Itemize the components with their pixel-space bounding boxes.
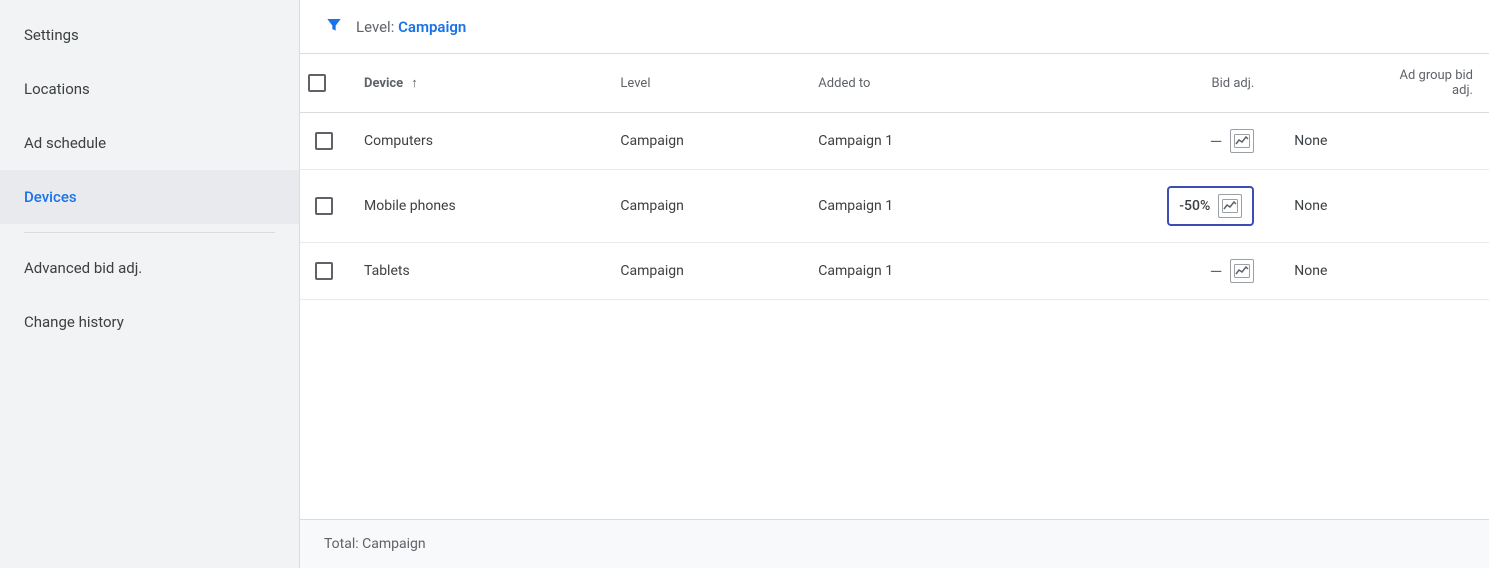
table-row: ComputersCampaignCampaign 1 — None — [300, 113, 1489, 170]
cell-level-1: Campaign — [604, 170, 802, 243]
cell-level-2: Campaign — [604, 243, 802, 300]
cell-bid-adj-0[interactable]: — — [1024, 113, 1271, 170]
main-content: Level: Campaign Device ↑ Level — [300, 0, 1489, 568]
filter-text: Level: Campaign — [356, 18, 466, 36]
th-device-label: Device — [364, 76, 403, 91]
bid-value-1: -50% — [1179, 198, 1210, 214]
row-checkbox-1[interactable] — [315, 197, 333, 215]
cell-ad-group-bid-2: None — [1270, 243, 1489, 300]
bid-dash-2: — — [1210, 262, 1223, 281]
row-checkbox-cell — [300, 113, 348, 170]
cell-ad-group-bid-1: None — [1270, 170, 1489, 243]
cell-added-to-2: Campaign 1 — [802, 243, 1023, 300]
sidebar-item-locations[interactable]: Locations — [0, 62, 299, 116]
select-all-checkbox[interactable] — [308, 74, 326, 92]
row-checkbox-cell — [300, 243, 348, 300]
table-wrapper: Device ↑ Level Added to Bid adj. Ad grou… — [300, 54, 1489, 519]
th-ad-group-bid-adj: Ad group bidadj. — [1270, 54, 1489, 113]
th-bid-adj: Bid adj. — [1024, 54, 1271, 113]
bid-dash-0: — — [1210, 132, 1223, 151]
table-footer: Total: Campaign — [300, 519, 1489, 568]
cell-added-to-0: Campaign 1 — [802, 113, 1023, 170]
highlighted-bid-cell-1[interactable]: -50% — [1167, 186, 1254, 226]
filter-label: Level: — [356, 18, 398, 36]
cell-bid-adj-2[interactable]: — — [1024, 243, 1271, 300]
sidebar-item-settings[interactable]: Settings — [0, 8, 299, 62]
sidebar-item-devices[interactable]: Devices — [0, 170, 299, 224]
cell-device-0: Computers — [348, 113, 604, 170]
row-checkbox-0[interactable] — [315, 132, 333, 150]
filter-bar: Level: Campaign — [300, 0, 1489, 54]
th-level: Level — [604, 54, 802, 113]
th-checkbox — [300, 54, 348, 113]
chart-icon-0[interactable] — [1230, 129, 1254, 153]
row-checkbox-cell — [300, 170, 348, 243]
filter-icon — [324, 14, 344, 39]
th-added-to: Added to — [802, 54, 1023, 113]
cell-device-2: Tablets — [348, 243, 604, 300]
table-row: Mobile phonesCampaignCampaign 1 -50% None — [300, 170, 1489, 243]
filter-value: Campaign — [398, 18, 466, 36]
cell-added-to-1: Campaign 1 — [802, 170, 1023, 243]
cell-device-1: Mobile phones — [348, 170, 604, 243]
cell-bid-adj-1[interactable]: -50% — [1024, 170, 1271, 243]
chart-icon-1[interactable] — [1218, 194, 1242, 218]
devices-table: Device ↑ Level Added to Bid adj. Ad grou… — [300, 54, 1489, 300]
sidebar-item-advanced-bid-adj[interactable]: Advanced bid adj. — [0, 241, 299, 295]
row-checkbox-2[interactable] — [315, 262, 333, 280]
cell-level-0: Campaign — [604, 113, 802, 170]
th-device: Device ↑ — [348, 54, 604, 113]
sidebar-item-change-history[interactable]: Change history — [0, 295, 299, 349]
sidebar: SettingsLocationsAd scheduleDevices Advan… — [0, 0, 300, 568]
cell-ad-group-bid-0: None — [1270, 113, 1489, 170]
sort-icon[interactable]: ↑ — [411, 75, 418, 91]
chart-icon-2[interactable] — [1230, 259, 1254, 283]
table-row: TabletsCampaignCampaign 1 — None — [300, 243, 1489, 300]
total-label: Total: Campaign — [324, 536, 426, 552]
sidebar-item-ad-schedule[interactable]: Ad schedule — [0, 116, 299, 170]
